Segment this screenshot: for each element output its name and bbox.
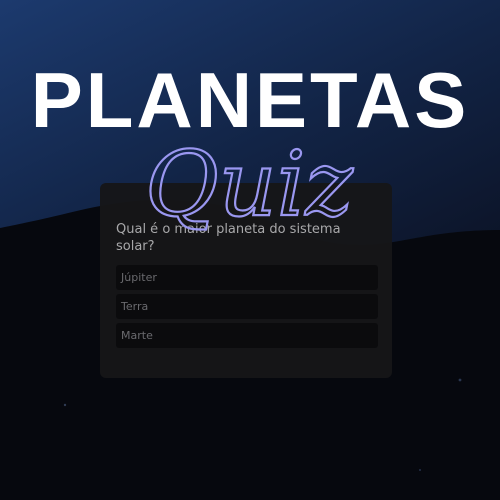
quiz-script-title: Quiz bbox=[144, 131, 355, 238]
quiz-script-text: Quiz bbox=[145, 132, 354, 237]
answer-option-terra[interactable]: Terra bbox=[116, 294, 378, 319]
answer-option-marte[interactable]: Marte bbox=[116, 323, 378, 348]
